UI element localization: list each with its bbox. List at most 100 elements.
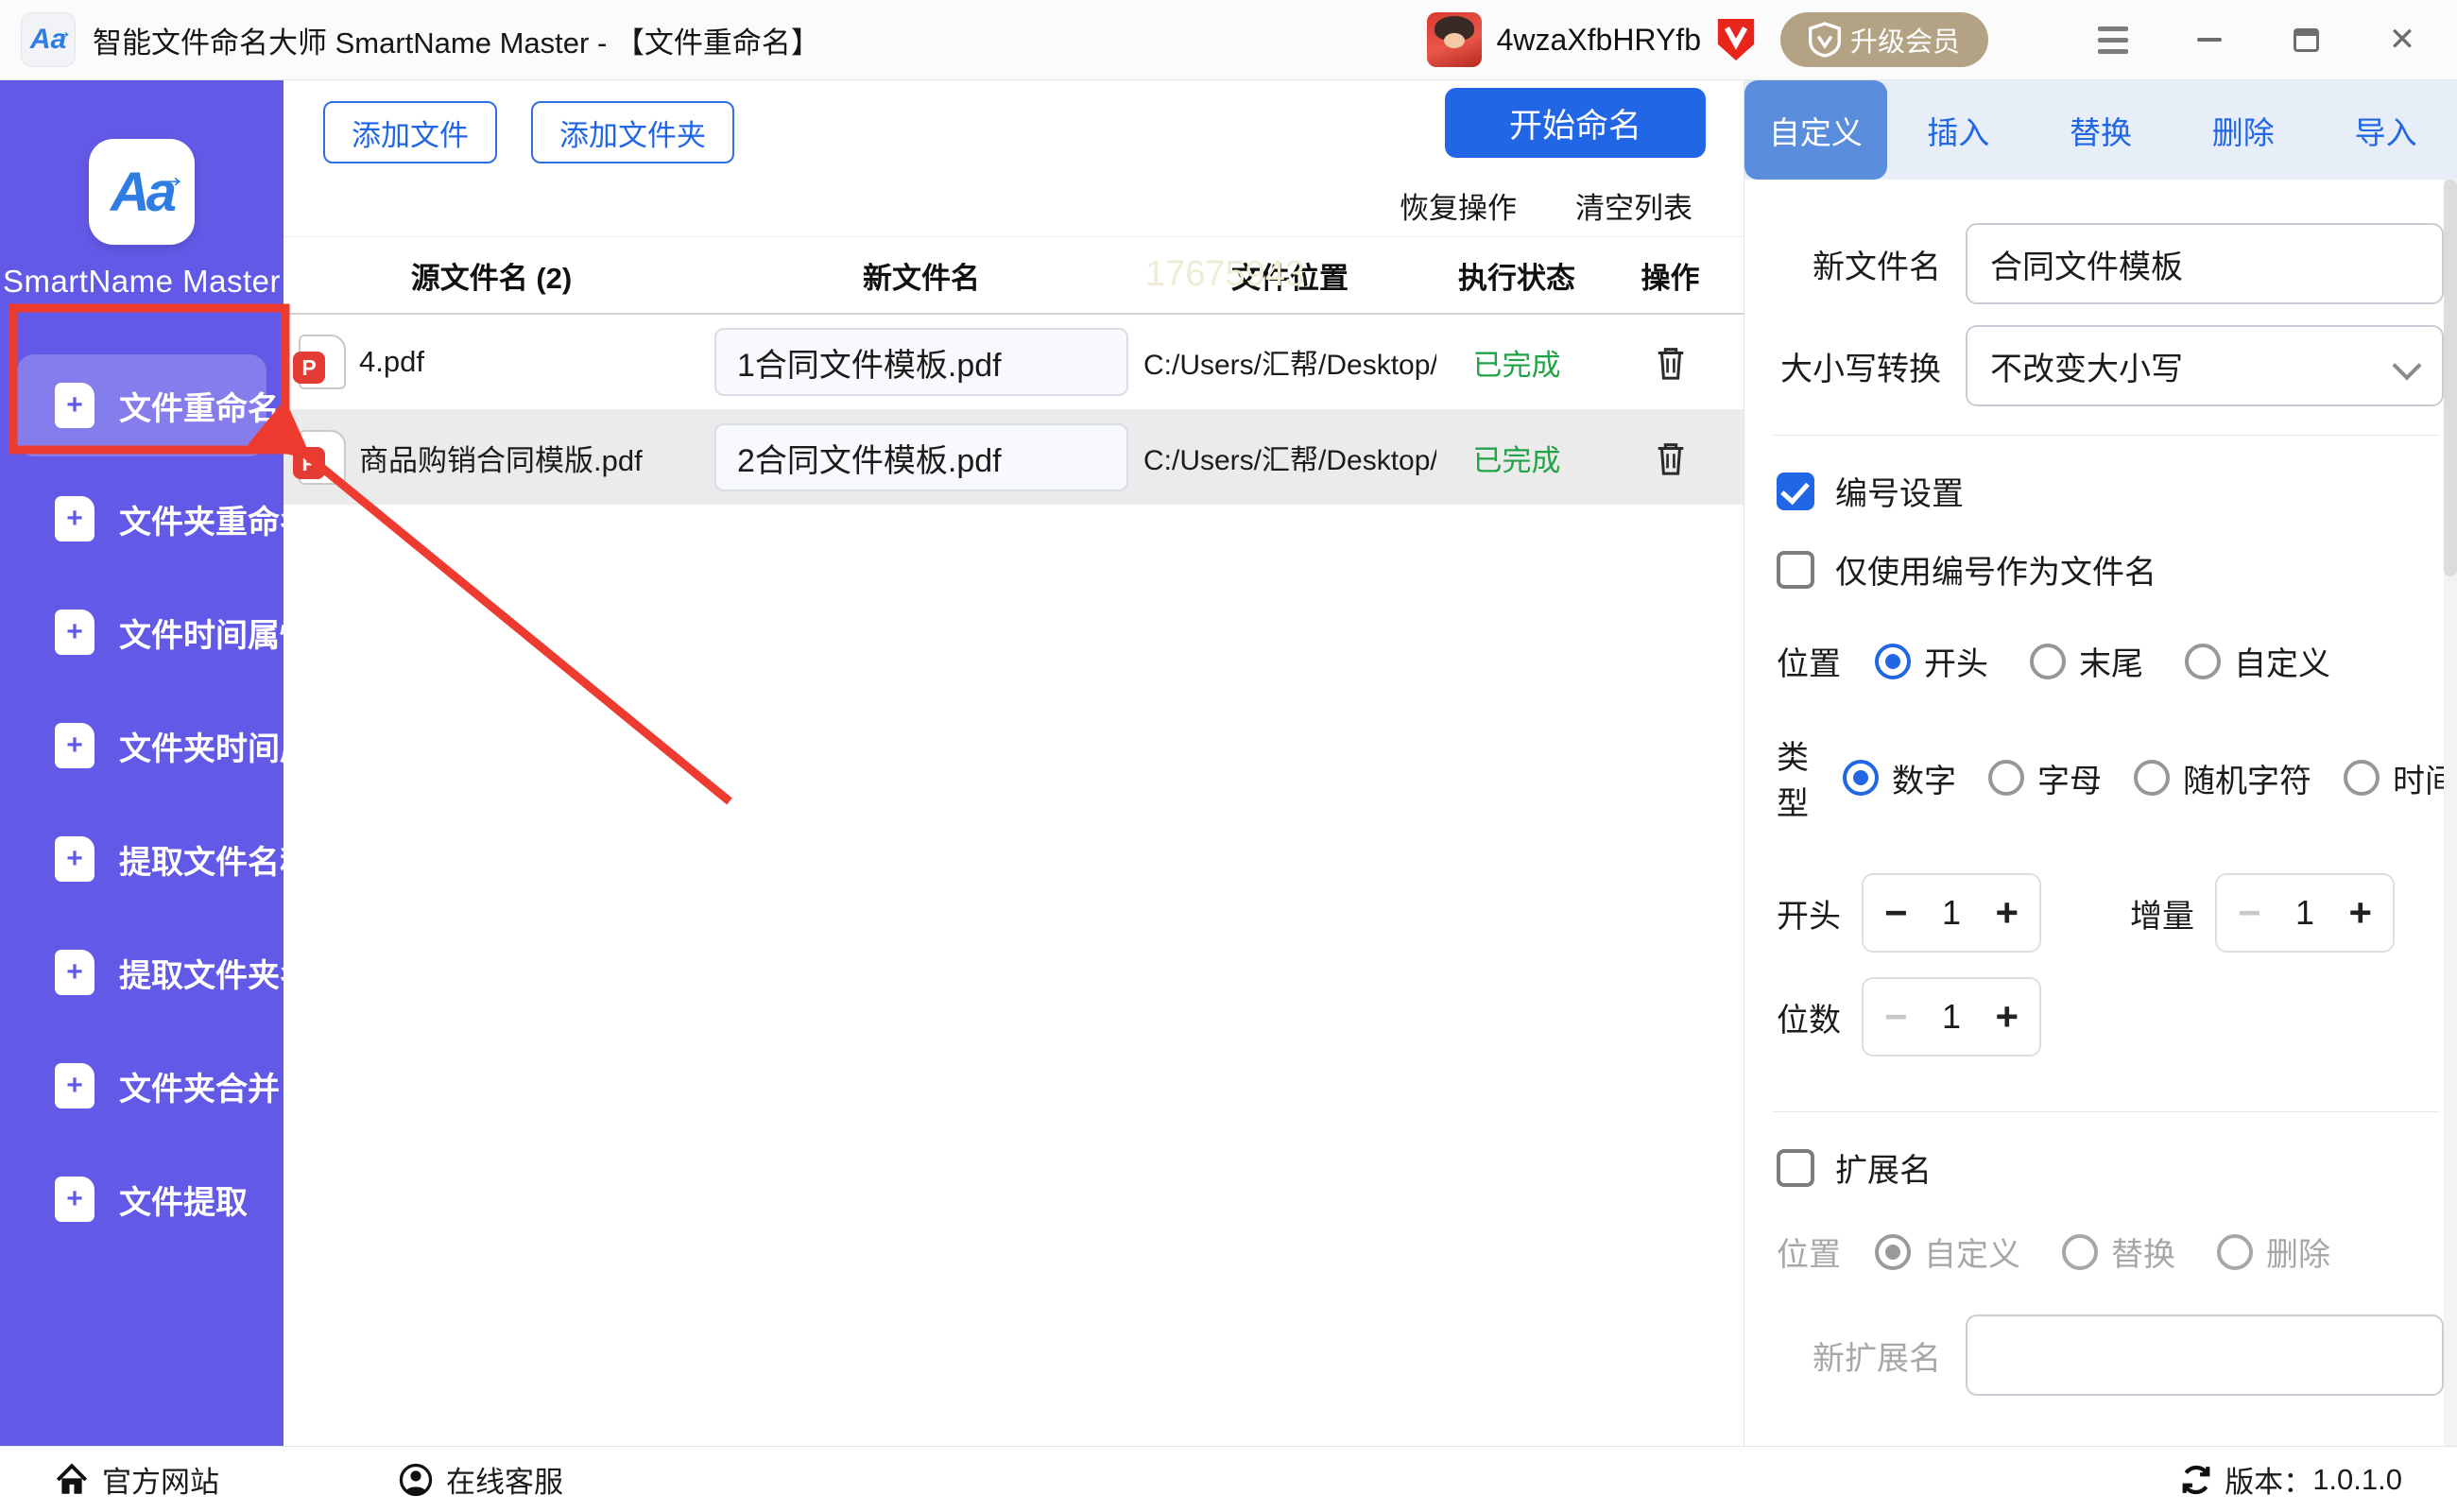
radio-icon (2185, 643, 2221, 679)
sidebar-menu: + 文件重命名 + 文件夹重命名 + 文件时间属性 + 文件夹时间属性 + 提取… (0, 349, 344, 1256)
sidebar-item-extract-foldername[interactable]: + 提取文件夹名 (0, 916, 312, 1029)
col-new-name: 新文件名 (863, 261, 980, 295)
type-option-letter[interactable]: 字母 (1988, 755, 2102, 801)
file-plus-icon: + (55, 1177, 94, 1222)
case-convert-select[interactable]: 不改变大小写 (1966, 325, 2444, 406)
only-number-label: 仅使用编号作为文件名 (1835, 555, 2156, 591)
digits-label: 位数 (1777, 1002, 1841, 1039)
col-action: 操作 (1641, 261, 1700, 295)
only-number-checkbox[interactable]: 仅使用编号作为文件名 (1777, 546, 2444, 593)
type-option-random[interactable]: 随机字符 (2134, 755, 2311, 801)
radio-selected-icon (1843, 760, 1879, 796)
title-bar: Aa → 智能文件命名大师 SmartName Master - 【文件重命名】… (0, 0, 2457, 80)
new-filename-input[interactable] (1966, 223, 2444, 304)
user-avatar[interactable] (1426, 12, 1482, 67)
sidebar-item-folder-rename[interactable]: + 文件夹重命名 (0, 462, 312, 576)
start-number-value: 1 (1941, 893, 1962, 932)
menu-button[interactable] (2092, 19, 2134, 60)
radio-label: 替换 (2111, 1237, 2175, 1273)
new-name-input[interactable] (714, 328, 1128, 396)
upgrade-member-button[interactable]: 升级会员 (1779, 12, 1988, 67)
app-logo-arrow-icon: → (52, 19, 73, 43)
case-convert-label: 大小写转换 (1780, 351, 1941, 387)
start-number-stepper: − 1 + (1862, 873, 2041, 953)
sidebar-item-folder-time[interactable]: + 文件夹时间属性 (0, 689, 344, 802)
trash-icon (1658, 348, 1683, 380)
ext-option-delete[interactable]: 删除 (2217, 1228, 2330, 1275)
official-website-link[interactable]: 官方网站 (55, 1458, 219, 1501)
new-extension-input[interactable] (1966, 1314, 2444, 1396)
plus-button[interactable]: + (2348, 893, 2372, 933)
watermark: 17675943 (1145, 254, 1306, 294)
delete-row-button[interactable] (1597, 342, 1744, 382)
new-name-input[interactable] (714, 423, 1128, 491)
minus-button[interactable]: − (1884, 997, 1908, 1037)
tab-import[interactable]: 导入 (2314, 80, 2457, 180)
delete-row-button[interactable] (1597, 438, 1744, 477)
ext-option-replace[interactable]: 替换 (2062, 1228, 2175, 1275)
table-header: 17675943 源文件名 (2) 新文件名 文件位置 执行状态 操作 (284, 236, 1744, 315)
online-support-link[interactable]: 在线客服 (399, 1458, 563, 1501)
file-plus-icon: + (55, 610, 94, 655)
version-info: 版本： 1.0.1.0 (2179, 1458, 2402, 1501)
sidebar: Aa → SmartName Master + 文件重命名 + 文件夹重命名 +… (0, 80, 344, 1446)
home-icon (56, 1462, 88, 1494)
file-location: C:/Users/汇帮/Desktop/文件 (1143, 445, 1436, 476)
scrollbar[interactable] (2444, 180, 2457, 1446)
add-folder-button[interactable]: 添加文件夹 (531, 101, 734, 163)
close-button[interactable]: ✕ (2381, 19, 2423, 60)
position-option-end[interactable]: 末尾 (2030, 638, 2143, 684)
minimize-icon (2197, 38, 2222, 42)
status-badge: 已完成 (1472, 443, 1561, 477)
radio-selected-icon (1875, 1233, 1911, 1270)
plus-button[interactable]: + (1995, 997, 2019, 1037)
radio-label: 开头 (1924, 646, 1988, 682)
minus-button[interactable]: − (1884, 893, 1908, 933)
close-icon: ✕ (2388, 22, 2416, 58)
digits-stepper: − 1 + (1862, 977, 2041, 1057)
tab-custom[interactable]: 自定义 (1744, 80, 1887, 180)
extension-checkbox[interactable]: 扩展名 (1777, 1144, 2444, 1191)
tab-delete[interactable]: 删除 (2172, 80, 2314, 180)
scrollbar-thumb[interactable] (2444, 180, 2457, 576)
start-number-label: 开头 (1777, 898, 1841, 935)
numbering-checkbox[interactable]: 编号设置 (1777, 468, 2444, 514)
numbering-label: 编号设置 (1835, 476, 1964, 512)
official-website-label: 官方网站 (102, 1466, 219, 1499)
hamburger-icon (2098, 26, 2128, 54)
sidebar-item-label: 文件夹合并 (119, 1071, 280, 1108)
new-extension-label: 新扩展名 (1813, 1340, 1941, 1377)
status-badge: 已完成 (1472, 348, 1561, 382)
minimize-button[interactable] (2189, 19, 2230, 60)
sidebar-logo-arrow-icon: → (153, 156, 187, 195)
file-plus-icon: + (55, 723, 94, 768)
start-rename-button[interactable]: 开始命名 (1445, 88, 1706, 158)
col-status: 执行状态 (1458, 261, 1575, 295)
main-area: 添加文件 添加文件夹 开始命名 恢复操作 清空列表 17675943 源文件名 … (284, 80, 1744, 1446)
radio-label: 末尾 (2079, 646, 2143, 682)
new-filename-label: 新文件名 (1813, 249, 1941, 285)
maximize-button[interactable] (2285, 19, 2327, 60)
file-location: C:/Users/汇帮/Desktop/文件 (1143, 350, 1436, 381)
add-file-button[interactable]: 添加文件 (323, 101, 497, 163)
position-option-custom[interactable]: 自定义 (2185, 638, 2330, 684)
tab-replace[interactable]: 替换 (2030, 80, 2173, 180)
ext-option-custom[interactable]: 自定义 (1875, 1228, 2020, 1275)
minus-button[interactable]: − (2238, 893, 2261, 933)
number-type-group: 类型 数字 字母 随机字符 时间 (1777, 731, 2457, 824)
plus-button[interactable]: + (1995, 893, 2019, 933)
tab-insert[interactable]: 插入 (1887, 80, 2030, 180)
sidebar-item-extract-filename[interactable]: + 提取文件名称 (0, 802, 312, 916)
sidebar-item-folder-merge[interactable]: + 文件夹合并 (0, 1029, 284, 1143)
type-option-time[interactable]: 时间 (2344, 755, 2457, 801)
upgrade-member-label: 升级会员 (1849, 27, 1960, 58)
undo-link[interactable]: 恢复操作 (1400, 184, 1517, 227)
clear-list-link[interactable]: 清空列表 (1575, 184, 1692, 227)
sidebar-item-file-rename[interactable]: + 文件重命名 (0, 349, 284, 462)
type-option-number[interactable]: 数字 (1843, 755, 1956, 801)
radio-icon (1988, 760, 2024, 796)
sidebar-item-file-extract[interactable]: + 文件提取 (0, 1143, 284, 1256)
sidebar-item-file-time[interactable]: + 文件时间属性 (0, 576, 312, 689)
position-option-start[interactable]: 开头 (1875, 638, 1988, 684)
file-plus-icon: + (55, 496, 94, 541)
